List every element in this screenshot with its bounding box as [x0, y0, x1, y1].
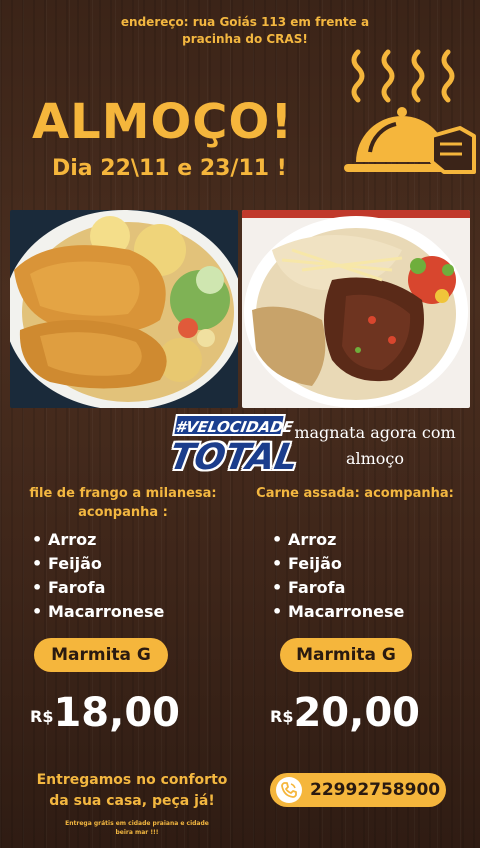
list-item: Farofa: [272, 576, 404, 600]
side-list-chicken: Arroz Feijão Farofa Macarronese: [32, 528, 164, 624]
date-text: Dia 22\11 e 23/11 !: [52, 156, 287, 181]
phone-number: 22992758900: [310, 780, 441, 800]
page-title: ALMOÇO!: [32, 94, 294, 150]
tagline-text: magnata agora com almoço: [294, 423, 456, 468]
list-item: Farofa: [32, 576, 164, 600]
size-badge-chicken: Marmita G: [34, 638, 168, 672]
price-value: 20,00: [293, 690, 420, 736]
fineprint-text: Entrega grátis em cidade praiana e cidad…: [65, 820, 209, 836]
list-item: Macarronese: [272, 600, 404, 624]
side-list-beef: Arroz Feijão Farofa Macarronese: [272, 528, 404, 624]
delivery-text: Entregamos no conforto da sua casa, peça…: [36, 772, 228, 809]
roast-beef-photo: [242, 210, 470, 408]
phone-icon: [276, 777, 302, 803]
size-badge-beef: Marmita G: [280, 638, 412, 672]
list-item: Feijão: [32, 552, 164, 576]
price-beef: R$20,00: [270, 690, 420, 736]
address-text: endereço: rua Goiás 113 em frente a prac…: [120, 15, 370, 46]
list-item: Macarronese: [32, 600, 164, 624]
list-item: Arroz: [272, 528, 404, 552]
dish-title-beef: Carne assada: acompanha:: [256, 486, 454, 501]
logo-hashtag: #VELOCIDADE: [172, 414, 295, 436]
velocidade-total-logo: #VELOCIDADE TOTAL: [166, 410, 301, 482]
currency-symbol: R$: [270, 707, 294, 726]
price-chicken: R$18,00: [30, 690, 180, 736]
dish-title-chicken: file de frango a milanesa: aconpanha :: [29, 486, 217, 520]
list-item: Arroz: [32, 528, 164, 552]
list-item: Feijão: [272, 552, 404, 576]
cloche-icon: [344, 49, 476, 174]
logo-wordmark: TOTAL: [166, 437, 302, 478]
price-value: 18,00: [53, 690, 180, 736]
phone-button[interactable]: 22992758900: [270, 773, 446, 807]
chicken-milanesa-photo: [10, 210, 238, 408]
currency-symbol: R$: [30, 707, 54, 726]
